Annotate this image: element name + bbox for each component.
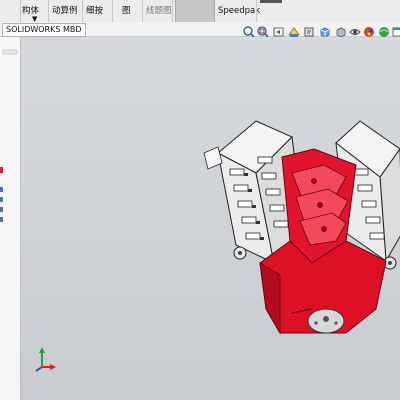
truncated-label-icon bbox=[260, 0, 282, 3]
speedpak-button[interactable]: Speedpak bbox=[218, 0, 261, 22]
panel-tree-markers bbox=[0, 49, 18, 222]
part-button[interactable]: 构体 ▼ bbox=[22, 0, 48, 22]
active-tool-button[interactable] bbox=[175, 0, 215, 22]
view-button[interactable]: 图 bbox=[118, 0, 140, 22]
zoom-button[interactable]: 细按 bbox=[86, 0, 108, 22]
motion-study-label: 动算例 bbox=[52, 6, 78, 16]
coordinate-triad bbox=[35, 347, 56, 372]
tab-solidworks-mbd[interactable]: SOLIDWORKS MBD bbox=[2, 23, 86, 37]
v8-engine-model[interactable] bbox=[196, 113, 400, 335]
command-manager-ribbon: 构体 ▼ 动算例 细按 图 线题图 Speedpak bbox=[0, 0, 400, 23]
ribbon-separator bbox=[48, 0, 49, 22]
speedpak-label: Speedpak bbox=[218, 6, 261, 16]
ribbon-separator bbox=[82, 0, 83, 22]
ribbon-separator bbox=[20, 0, 21, 22]
motion-study-button[interactable]: 动算例 bbox=[52, 0, 80, 22]
tab-solidworks-mbd-label: SOLIDWORKS MBD bbox=[6, 25, 82, 34]
ribbon-separator bbox=[112, 0, 113, 22]
zoom-button-label: 细按 bbox=[86, 6, 104, 16]
exploded-line-button[interactable]: 线题图 bbox=[146, 0, 172, 22]
ribbon-left-stub bbox=[0, 0, 20, 22]
ribbon-separator bbox=[142, 0, 143, 22]
feature-manager-panel[interactable] bbox=[0, 37, 21, 400]
ribbon-truncated-item[interactable] bbox=[260, 0, 284, 22]
view-button-label: 图 bbox=[122, 6, 131, 16]
ribbon-separator bbox=[172, 0, 173, 22]
exploded-line-label: 线题图 bbox=[146, 6, 172, 16]
ribbon-separator bbox=[256, 0, 257, 22]
